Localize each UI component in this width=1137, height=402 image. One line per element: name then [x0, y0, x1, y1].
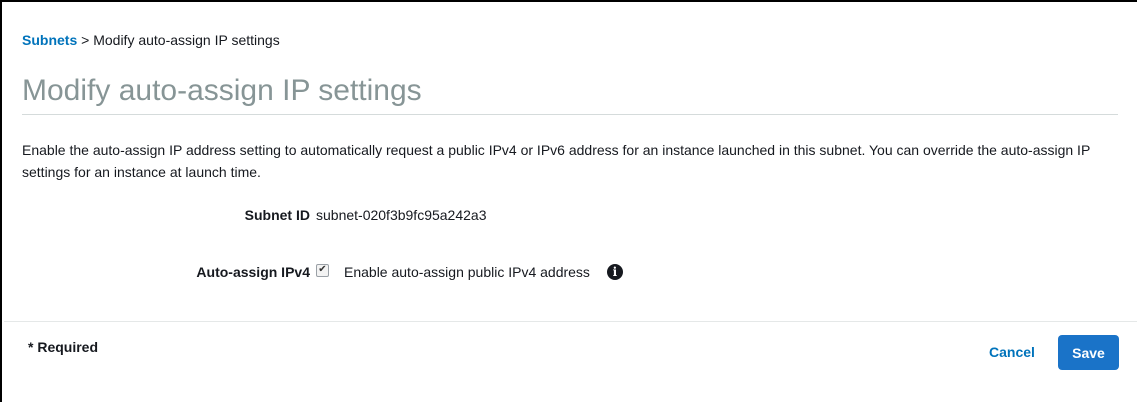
save-button[interactable]: Save — [1058, 335, 1119, 370]
auto-assign-ipv4-row: Auto-assign IPv4 ✔ Enable auto-assign pu… — [2, 263, 623, 280]
breadcrumb-current: Modify auto-assign IP settings — [93, 32, 280, 48]
cancel-button[interactable]: Cancel — [989, 344, 1035, 360]
breadcrumb-subnets-link[interactable]: Subnets — [22, 32, 77, 48]
auto-assign-ipv4-label: Auto-assign IPv4 — [196, 264, 310, 280]
subnet-id-label: Subnet ID — [244, 207, 310, 223]
info-icon[interactable]: i — [606, 264, 623, 280]
subnet-id-row: Subnet ID subnet-020f3b9fc95a242a3 — [2, 207, 487, 223]
page-description: Enable the auto-assign IP address settin… — [22, 142, 1091, 180]
footer-divider — [4, 321, 1137, 322]
page-title: Modify auto-assign IP settings — [22, 74, 1118, 115]
breadcrumb: Subnets > Modify auto-assign IP settings — [22, 32, 280, 48]
auto-assign-ipv4-option-text[interactable]: Enable auto-assign public IPv4 address — [344, 264, 590, 280]
required-note: * Required — [28, 339, 99, 355]
breadcrumb-separator: > — [81, 32, 90, 48]
subnet-id-value: subnet-020f3b9fc95a242a3 — [316, 207, 487, 223]
auto-assign-ipv4-checkbox[interactable]: ✔ — [316, 263, 329, 277]
page-frame: Subnets > Modify auto-assign IP settings… — [0, 0, 1137, 402]
